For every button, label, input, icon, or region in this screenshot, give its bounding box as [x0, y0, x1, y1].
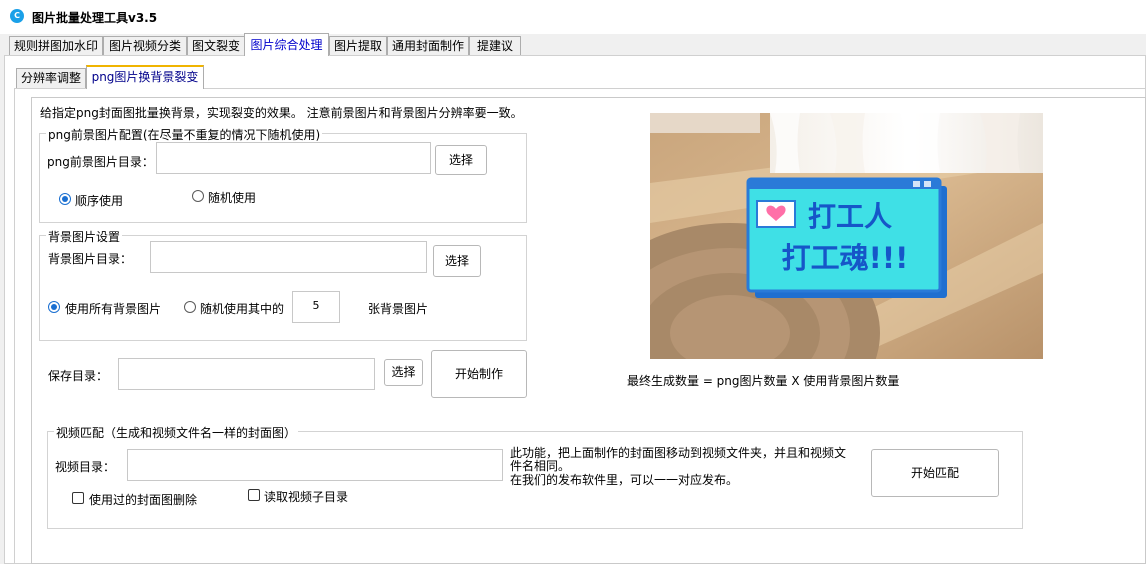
intro-text: 给指定png封面图批量换背景，实现裂变的效果。 注意前景图片和背景图片分辨率要一… — [40, 106, 523, 120]
bg-select-button[interactable]: 选择 — [433, 245, 481, 277]
tab-image-text-fission[interactable]: 图文裂变 — [187, 36, 245, 55]
save-select-button[interactable]: 选择 — [384, 359, 423, 386]
bg-group-legend: 背景图片设置 — [46, 228, 123, 245]
fg-dir-input[interactable] — [156, 142, 431, 174]
bg-dir-input[interactable] — [150, 241, 427, 273]
bg-count-suffix: 张背景图片 — [368, 302, 429, 316]
bg-count-input[interactable]: 5 — [292, 291, 340, 323]
bg-radio-all[interactable] — [48, 301, 60, 313]
poster-line2: 打工魂!!! — [782, 241, 909, 275]
tab-image-comprehensive[interactable]: 图片综合处理 — [244, 33, 329, 56]
read-subdir-checkbox[interactable] — [248, 489, 260, 501]
fg-radio-sequential-label: 顺序使用 — [75, 194, 124, 208]
start-match-button[interactable]: 开始匹配 — [871, 449, 999, 497]
tab-image-video-classify[interactable]: 图片视频分类 — [103, 36, 187, 55]
preview-image: 打工人 打工魂!!! — [650, 113, 1043, 359]
save-dir-label: 保存目录： — [48, 369, 109, 383]
read-subdir-label: 读取视频子目录 — [264, 490, 349, 504]
fg-radio-sequential[interactable] — [59, 193, 71, 205]
formula-text: 最终生成数量 = png图片数量 X 使用背景图片数量 — [627, 374, 900, 388]
app-logo-icon: C — [10, 9, 24, 23]
video-dir-input[interactable] — [127, 449, 503, 481]
fg-dir-label: png前景图片目录： — [47, 155, 154, 169]
delete-used-label: 使用过的封面图删除 — [89, 493, 198, 507]
window-title: 图片批量处理工具v3.5 — [32, 11, 158, 25]
subtab-resolution-adjust[interactable]: 分辨率调整 — [16, 68, 86, 88]
fg-radio-random[interactable] — [192, 190, 204, 202]
subtab-png-bg-fission[interactable]: png图片换背景裂变 — [86, 65, 204, 89]
bg-radio-random[interactable] — [184, 301, 196, 313]
start-make-button[interactable]: 开始制作 — [431, 350, 527, 398]
video-desc-1: 此功能，把上面制作的封面图移动到视频文件夹，并且和视频文件名相同。 — [510, 446, 847, 473]
bg-dir-label: 背景图片目录： — [48, 252, 133, 266]
video-group-legend: 视频匹配（生成和视频文件名一样的封面图） — [54, 424, 299, 441]
fg-group-legend: png前景图片配置(在尽量不重复的情况下随机使用) — [46, 126, 323, 143]
poster-line1: 打工人 — [808, 200, 892, 233]
tab-suggestion[interactable]: 提建议 — [469, 36, 521, 55]
bg-radio-random-label: 随机使用其中的 — [200, 302, 285, 316]
fg-select-button[interactable]: 选择 — [435, 145, 487, 175]
save-dir-input[interactable] — [118, 358, 375, 390]
fg-radio-random-label: 随机使用 — [208, 191, 257, 205]
preview-picture: 打工人 打工魂!!! — [650, 113, 1043, 359]
bg-radio-all-label: 使用所有背景图片 — [65, 302, 162, 316]
video-dir-label: 视频目录： — [55, 460, 116, 474]
tab-rule-puzzle-watermark[interactable]: 规则拼图加水印 — [9, 36, 103, 55]
tab-image-extract[interactable]: 图片提取 — [329, 36, 387, 55]
title-bar — [0, 0, 1146, 34]
tab-cover-make[interactable]: 通用封面制作 — [387, 36, 469, 55]
video-desc-2: 在我们的发布软件里，可以一一对应发布。 — [510, 473, 739, 487]
delete-used-checkbox[interactable] — [72, 492, 84, 504]
